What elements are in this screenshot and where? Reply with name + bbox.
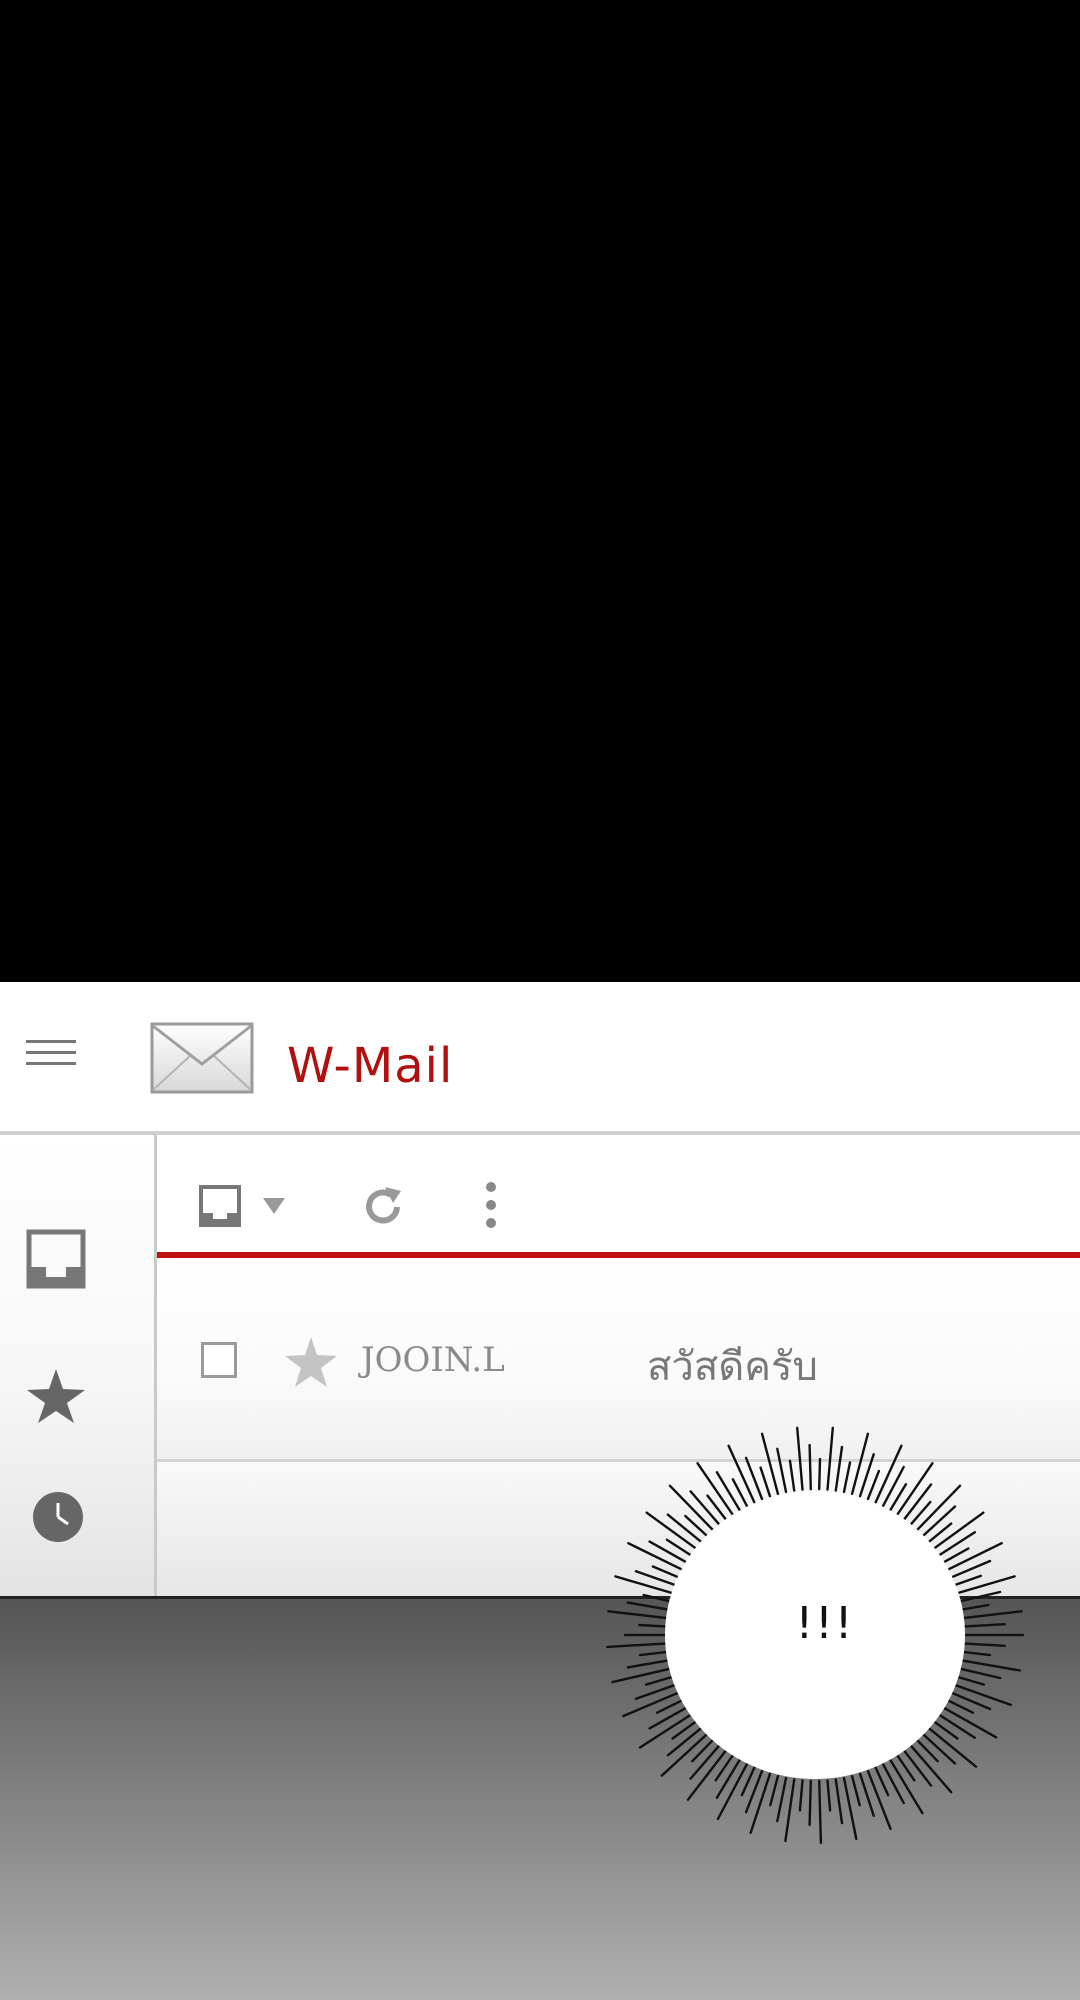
star-outline-icon[interactable] [283, 1334, 339, 1390]
mail-checkbox[interactable] [201, 1342, 237, 1378]
envelope-logo-icon [150, 1022, 254, 1094]
star-icon[interactable] [25, 1365, 87, 1427]
clock-icon[interactable] [32, 1491, 84, 1543]
app-bar: W-Mail [0, 982, 1080, 1135]
inbox-select-icon[interactable] [199, 1185, 241, 1227]
app-title: W-Mail [287, 1038, 454, 1094]
exclamation-text: !!! [795, 1598, 855, 1649]
sidebar [0, 1135, 157, 1596]
mail-toolbar [157, 1135, 1080, 1252]
hamburger-menu-icon[interactable] [26, 1040, 76, 1070]
inbox-icon[interactable] [26, 1229, 86, 1289]
dropdown-arrow-icon[interactable] [263, 1198, 285, 1214]
more-vert-icon[interactable] [485, 1181, 497, 1229]
black-panel [0, 0, 1080, 982]
mail-sender: JOOIN.L [361, 1340, 505, 1380]
mail-subject: สวัสดีครับ [647, 1344, 818, 1390]
refresh-icon[interactable] [361, 1185, 405, 1229]
